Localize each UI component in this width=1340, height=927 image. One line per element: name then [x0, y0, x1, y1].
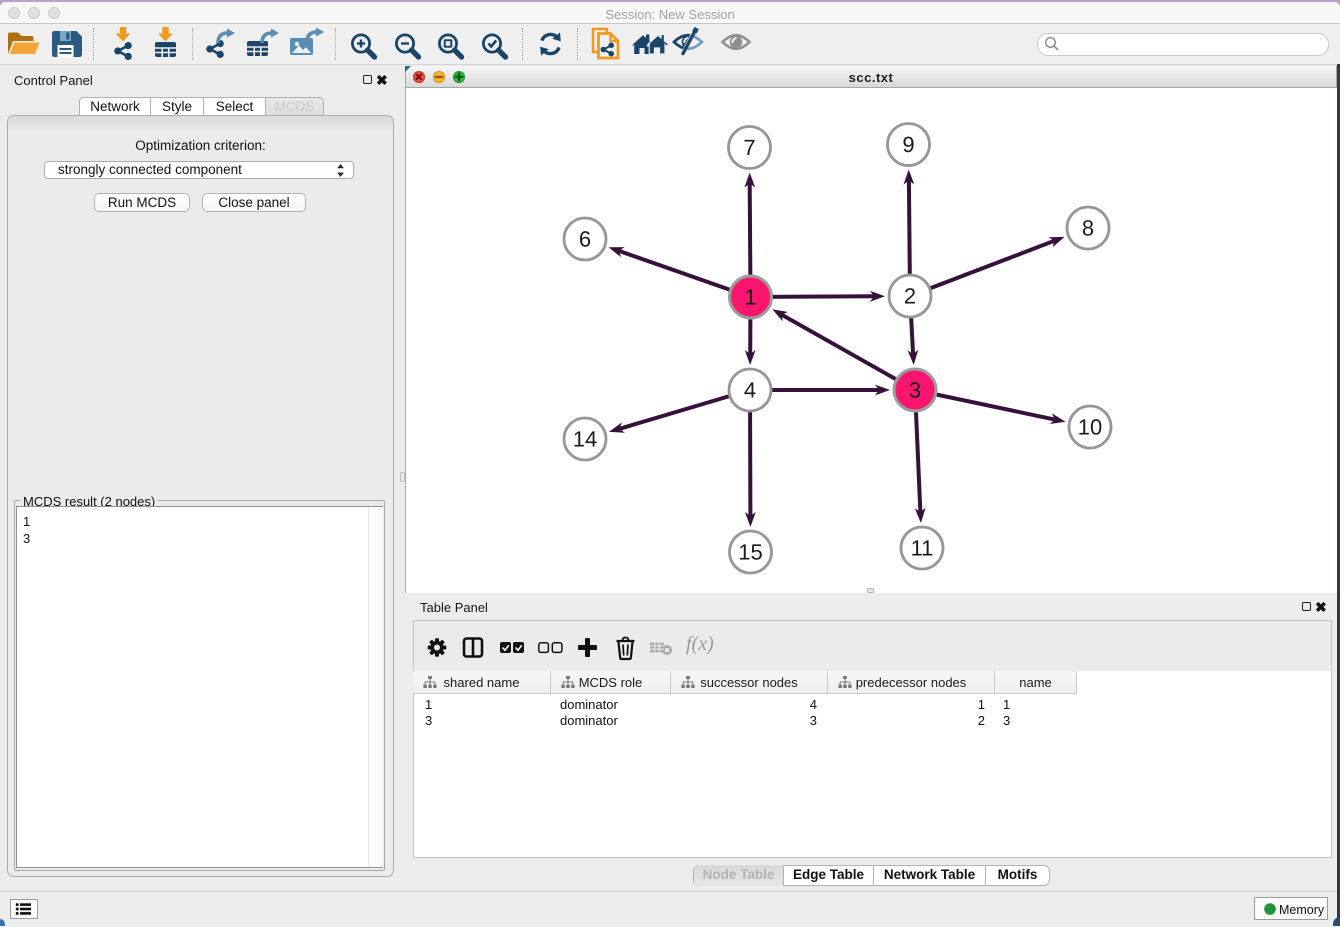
svg-text:3: 3 [909, 378, 921, 403]
svg-text:6: 6 [579, 227, 591, 252]
svg-text:7: 7 [743, 135, 755, 160]
svg-text:2: 2 [904, 284, 916, 309]
svg-text:1: 1 [744, 285, 756, 310]
svg-text:14: 14 [573, 427, 597, 452]
svg-text:9: 9 [902, 132, 914, 157]
svg-text:10: 10 [1078, 415, 1102, 440]
svg-text:8: 8 [1082, 216, 1094, 241]
svg-text:11: 11 [911, 536, 934, 561]
svg-text:15: 15 [738, 540, 762, 565]
svg-text:4: 4 [744, 378, 756, 403]
